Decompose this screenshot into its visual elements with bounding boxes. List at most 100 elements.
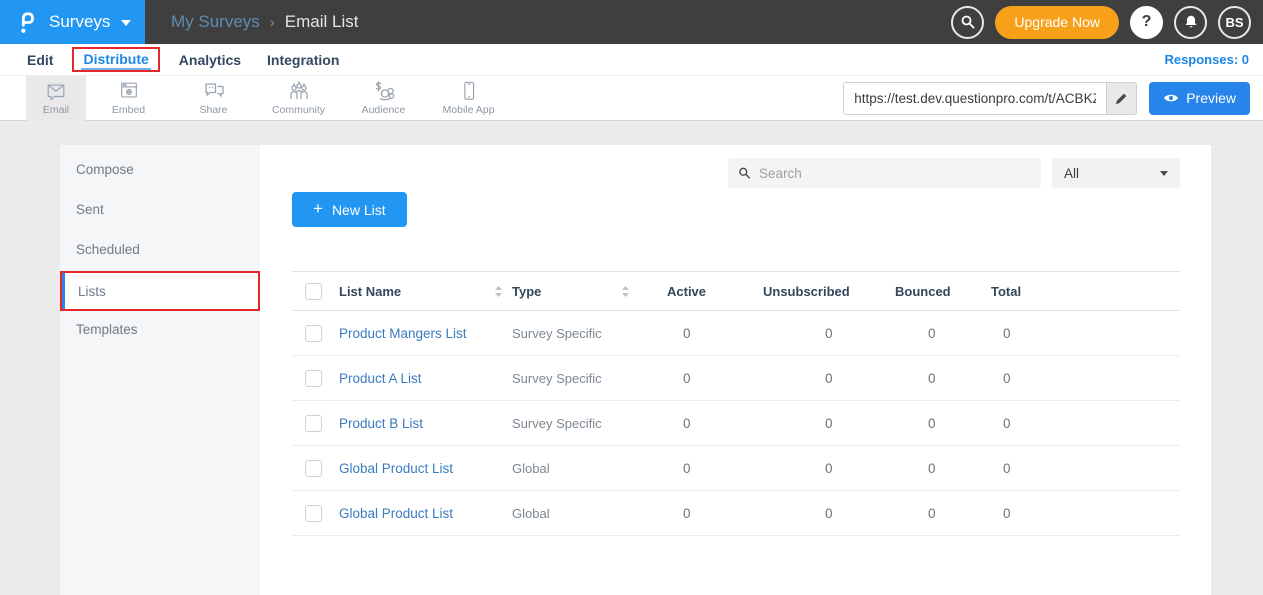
toolbar-tab-mobile-app[interactable]: Mobile App <box>426 76 511 121</box>
total-count: 0 <box>991 506 1180 521</box>
search-button[interactable] <box>951 6 984 39</box>
toolbar-tab-label: Community <box>272 104 325 116</box>
questionpro-logo-icon <box>16 9 38 36</box>
column-header-bounced: Bounced <box>895 284 991 299</box>
total-count: 0 <box>991 371 1180 386</box>
sidebar-item-sent[interactable]: Sent <box>60 191 260 231</box>
list-type: Global <box>512 506 667 521</box>
search-box <box>728 158 1041 188</box>
list-name-link[interactable]: Global Product List <box>339 461 512 476</box>
row-checkbox[interactable] <box>305 415 322 432</box>
responses-count[interactable]: Responses: 0 <box>1164 52 1249 67</box>
content-area: Compose Sent Scheduled Lists Templates <box>0 121 1263 595</box>
toolbar-tab-email[interactable]: Email <box>26 76 86 121</box>
community-icon <box>286 80 312 102</box>
table-row: Global Product List Global 0 0 0 0 <box>292 491 1180 536</box>
bounced-count: 0 <box>895 371 991 386</box>
sort-icon[interactable] <box>622 286 629 297</box>
list-name-link[interactable]: Product A List <box>339 371 512 386</box>
search-icon <box>960 14 976 30</box>
row-checkbox[interactable] <box>305 370 322 387</box>
audience-icon <box>371 80 397 102</box>
mobile-app-icon <box>461 80 477 102</box>
list-type: Survey Specific <box>512 416 667 431</box>
column-header-active: Active <box>667 284 763 299</box>
chevron-down-icon <box>121 20 131 26</box>
product-label: Surveys <box>49 12 110 32</box>
toolbar-tab-label: Embed <box>112 104 145 116</box>
bell-icon <box>1183 14 1199 30</box>
unsubscribed-count: 0 <box>763 461 895 476</box>
table-row: Product B List Survey Specific 0 0 0 0 <box>292 401 1180 446</box>
toolbar-tab-audience[interactable]: Audience <box>341 76 426 121</box>
notifications-button[interactable] <box>1174 6 1207 39</box>
edit-url-button[interactable] <box>1106 82 1136 115</box>
sort-icon[interactable] <box>495 286 502 297</box>
bounced-count: 0 <box>895 326 991 341</box>
sidebar-item-lists[interactable]: Lists <box>60 271 260 311</box>
sidebar-item-templates[interactable]: Templates <box>60 311 260 351</box>
new-list-button[interactable]: + New List <box>292 192 407 227</box>
toolbar-tab-label: Email <box>43 104 69 116</box>
toolbar-tab-label: Share <box>199 104 227 116</box>
new-list-label: New List <box>332 202 386 218</box>
list-name-link[interactable]: Global Product List <box>339 506 512 521</box>
eye-icon <box>1163 92 1179 104</box>
unsubscribed-count: 0 <box>763 326 895 341</box>
filter-value: All <box>1064 166 1079 181</box>
list-type: Survey Specific <box>512 326 667 341</box>
column-header-unsubscribed: Unsubscribed <box>763 284 895 299</box>
lists-panel: All + New List List Name <box>260 145 1211 595</box>
help-button[interactable]: ? <box>1130 6 1163 39</box>
search-icon <box>738 166 751 180</box>
unsubscribed-count: 0 <box>763 416 895 431</box>
tab-analytics[interactable]: Analytics <box>166 52 254 68</box>
upgrade-button[interactable]: Upgrade Now <box>995 6 1119 39</box>
table-row: Product Mangers List Survey Specific 0 0… <box>292 311 1180 356</box>
column-header-total: Total <box>991 284 1180 299</box>
embed-icon <box>117 80 141 102</box>
column-header-type[interactable]: Type <box>512 284 667 299</box>
lists-table: List Name Type Active Unsubsc <box>292 271 1180 536</box>
avatar[interactable]: BS <box>1218 6 1251 39</box>
bounced-count: 0 <box>895 506 991 521</box>
search-input[interactable] <box>759 166 1031 181</box>
select-all-checkbox[interactable] <box>305 283 322 300</box>
sidebar-item-compose[interactable]: Compose <box>60 151 260 191</box>
unsubscribed-count: 0 <box>763 506 895 521</box>
active-count: 0 <box>667 461 763 476</box>
breadcrumb-separator: › <box>270 14 275 31</box>
row-checkbox[interactable] <box>305 325 322 342</box>
row-checkbox[interactable] <box>305 505 322 522</box>
survey-url-group: Preview <box>843 82 1263 115</box>
total-count: 0 <box>991 416 1180 431</box>
table-row: Product A List Survey Specific 0 0 0 0 <box>292 356 1180 401</box>
active-count: 0 <box>667 326 763 341</box>
breadcrumb-my-surveys[interactable]: My Surveys <box>171 12 260 32</box>
bounced-count: 0 <box>895 416 991 431</box>
tab-integration[interactable]: Integration <box>254 52 352 68</box>
table-row: Global Product List Global 0 0 0 0 <box>292 446 1180 491</box>
annotation-box-distribute: Distribute <box>72 47 159 72</box>
toolbar-tab-embed[interactable]: Embed <box>86 76 171 121</box>
preview-button[interactable]: Preview <box>1149 82 1250 115</box>
toolbar-tab-community[interactable]: Community <box>256 76 341 121</box>
product-switcher[interactable]: Surveys <box>0 0 145 44</box>
sidebar-item-scheduled[interactable]: Scheduled <box>60 231 260 271</box>
row-checkbox[interactable] <box>305 460 322 477</box>
list-name-link[interactable]: Product B List <box>339 416 512 431</box>
survey-url-input[interactable] <box>844 83 1106 114</box>
list-type-filter[interactable]: All <box>1052 158 1180 188</box>
tab-distribute[interactable]: Distribute <box>81 51 150 70</box>
toolbar-tab-label: Mobile App <box>443 104 495 116</box>
list-type: Survey Specific <box>512 371 667 386</box>
toolbar-tab-label: Audience <box>362 104 406 116</box>
unsubscribed-count: 0 <box>763 371 895 386</box>
toolbar-tab-share[interactable]: Share <box>171 76 256 121</box>
column-header-list-name[interactable]: List Name <box>339 284 512 299</box>
filter-row: All <box>292 158 1180 188</box>
list-name-link[interactable]: Product Mangers List <box>339 326 512 341</box>
tab-edit[interactable]: Edit <box>14 52 66 68</box>
section-tabs: Edit Distribute Analytics Integration Re… <box>0 44 1263 76</box>
email-icon <box>43 80 69 102</box>
